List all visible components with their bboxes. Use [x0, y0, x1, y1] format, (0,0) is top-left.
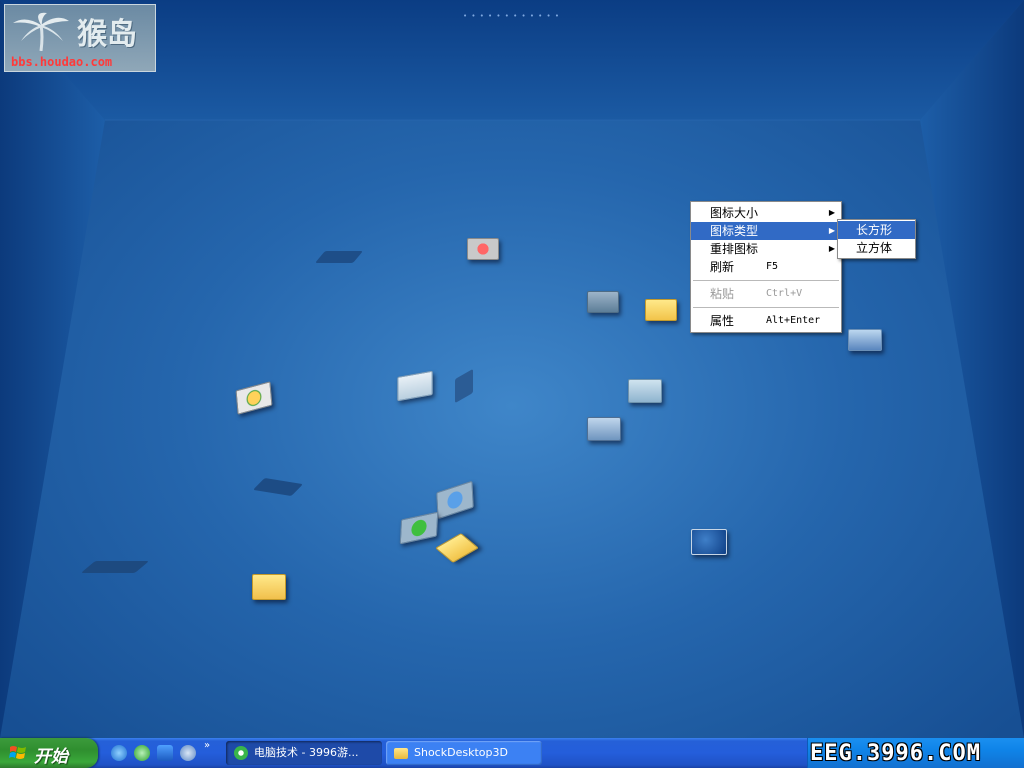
- tray-watermark: EEG.3996.COM: [810, 741, 981, 766]
- submenu-arrow-icon: ▶: [828, 244, 835, 253]
- back-icon[interactable]: [157, 745, 173, 761]
- menu-item-icon-size[interactable]: 图标大小 ▶: [691, 204, 841, 222]
- menu-item-label: 图标大小: [710, 206, 759, 220]
- msn-icon[interactable]: [134, 745, 150, 761]
- menu-item-arrange-icons[interactable]: 重排图标 ▶: [691, 240, 841, 258]
- task-label: ShockDesktop3D: [414, 746, 508, 759]
- task-button-browser[interactable]: 电脑技术 - 3996游...: [226, 741, 382, 765]
- logo-site-name: 猴岛: [77, 17, 137, 52]
- menu-item-label: 粘贴: [710, 287, 735, 301]
- submenu-item-cube[interactable]: 立方体: [838, 239, 915, 257]
- desktop-icon-cd[interactable]: [467, 238, 499, 260]
- desktop-icon-folder[interactable]: [645, 299, 677, 321]
- windows-flag-icon: [9, 746, 26, 759]
- desktop-icon-network[interactable]: [587, 291, 619, 313]
- palm-tree-icon: [13, 12, 69, 51]
- desktop-icon-folder[interactable]: [252, 574, 286, 600]
- room-walls: [0, 0, 1024, 738]
- menu-item-label: 属性: [710, 314, 735, 328]
- desktop-3d-room[interactable]: [0, 0, 1024, 738]
- icon-type-submenu: 长方形 立方体: [837, 219, 916, 259]
- taskbar: 开始 » 电脑技术 - 3996游... ShockDesktop3D EEG.…: [0, 738, 1024, 768]
- menu-item-paste[interactable]: 粘贴 Ctrl+V: [691, 285, 841, 303]
- logo-site-url: bbs.houdao.com: [11, 55, 113, 69]
- start-button[interactable]: 开始: [0, 738, 98, 768]
- top-ticker: • • • • • • • • • • • •: [463, 12, 561, 20]
- menu-item-label: 重排图标: [710, 242, 759, 256]
- desktop-icon-recycle[interactable]: [848, 329, 882, 351]
- menu-item-properties[interactable]: 属性 Alt+Enter: [691, 312, 841, 330]
- submenu-arrow-icon: ▶: [828, 226, 835, 235]
- menu-separator: [693, 280, 839, 281]
- system-tray: EEG.3996.COM: [807, 738, 1024, 768]
- menu-item-refresh[interactable]: 刷新 F5: [691, 258, 841, 276]
- houdao-logo: 猴岛 bbs.houdao.com: [4, 4, 156, 72]
- menu-item-label: 图标类型: [710, 224, 759, 238]
- menu-item-shortcut: Ctrl+V: [766, 288, 803, 299]
- submenu-arrow-icon: ▶: [828, 208, 835, 217]
- menu-item-shortcut: F5: [766, 261, 779, 272]
- submenu-item-rectangle[interactable]: 长方形: [838, 221, 915, 239]
- media-icon[interactable]: [180, 745, 196, 761]
- menu-item-label: 刷新: [710, 260, 735, 274]
- desktop-icon-picture[interactable]: [691, 529, 727, 555]
- folder-icon: [394, 748, 408, 759]
- submenu-item-label: 立方体: [856, 241, 893, 255]
- desktop-icon-computer[interactable]: [587, 417, 621, 441]
- menu-item-shortcut: Alt+Enter: [766, 315, 821, 326]
- menu-item-icon-type[interactable]: 图标类型 ▶: [691, 222, 841, 240]
- task-button-folder[interactable]: ShockDesktop3D: [386, 741, 542, 765]
- start-label: 开始: [34, 747, 68, 767]
- ie-icon[interactable]: [111, 745, 127, 761]
- task-label: 电脑技术 - 3996游...: [254, 746, 359, 759]
- menu-separator: [693, 307, 839, 308]
- submenu-item-label: 长方形: [856, 223, 893, 237]
- quick-launch-more-button[interactable]: »: [204, 740, 210, 751]
- ie-icon: [234, 746, 248, 760]
- desktop-icon-open-folder[interactable]: [628, 379, 662, 403]
- desktop-context-menu: 图标大小 ▶ 图标类型 ▶ 重排图标 ▶ 刷新 F5 粘贴 Ctrl+V 属性 …: [690, 201, 842, 333]
